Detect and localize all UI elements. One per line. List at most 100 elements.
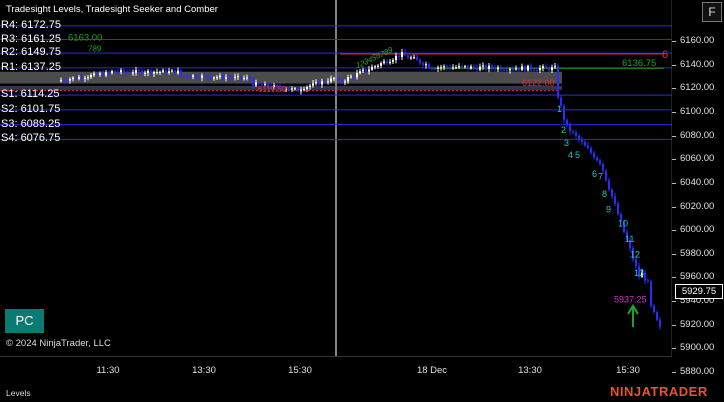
candle-body — [599, 160, 601, 164]
candle-body — [159, 71, 161, 73]
candle-body — [183, 75, 185, 77]
candle-body — [303, 89, 305, 91]
candle-body — [440, 67, 442, 69]
candle-body — [189, 76, 191, 78]
price-chart-plot[interactable]: 6136.75 6 6163.00 6122.00 6119.50 789 5937.25 1… — [0, 0, 672, 356]
candle-body — [521, 66, 523, 70]
candle-body — [171, 70, 173, 72]
seeker-count-label: 6 — [662, 49, 668, 61]
candle-body — [258, 82, 260, 85]
candle-body — [425, 64, 427, 66]
candle-body — [114, 71, 116, 73]
price-tick: 5960.00 — [672, 271, 724, 283]
candle-body — [389, 61, 391, 64]
candle-body — [168, 71, 170, 73]
candle-body — [500, 67, 502, 70]
candle-body — [201, 75, 203, 78]
comber-count: 13 — [634, 268, 644, 278]
time-tick: 13:30 — [518, 365, 542, 376]
candle-body — [647, 280, 649, 282]
candle-body — [108, 72, 110, 74]
candle-body — [524, 66, 526, 71]
left-count-label: 789 — [88, 45, 102, 54]
candle-body — [291, 88, 293, 90]
candle-body — [377, 65, 379, 67]
price-tick: 6100.00 — [672, 106, 724, 118]
price-axis[interactable]: 6160.00 6140.00 6120.00 6100.00 6080.00 6060.… — [672, 0, 724, 377]
time-tick: 13:30 — [192, 365, 216, 376]
candle-body — [434, 68, 436, 70]
buy-arrow-icon — [627, 303, 639, 328]
price-tick: 6000.00 — [672, 224, 724, 236]
candle-body — [515, 68, 517, 70]
candle-body — [174, 70, 176, 74]
candle-body — [536, 70, 538, 72]
pc-button[interactable]: PC — [5, 309, 44, 333]
candle-body — [476, 67, 478, 70]
candle-body — [255, 82, 257, 86]
candle-body — [572, 131, 574, 133]
candle-body — [330, 78, 332, 82]
candle-body — [96, 73, 98, 75]
price-tick: 6160.00 — [672, 35, 724, 47]
candle-body — [509, 69, 511, 71]
seeker-green-left-label: 6163.00 — [68, 32, 102, 43]
comber-count: 6 — [592, 169, 597, 179]
comber-count: 3 — [564, 138, 569, 148]
candle-body — [321, 81, 323, 85]
candle-body — [494, 68, 496, 70]
candle-body — [156, 71, 158, 73]
candle-body — [240, 76, 242, 79]
candle-body — [153, 71, 155, 74]
candle-body — [470, 66, 472, 69]
candle-body — [614, 196, 616, 204]
candle-body — [395, 55, 397, 61]
candle-body — [353, 76, 355, 78]
candle-body — [105, 72, 107, 76]
candle-body — [386, 61, 388, 64]
candle-body — [431, 67, 433, 69]
candle-body — [222, 75, 224, 79]
candle-body — [491, 65, 493, 69]
candle-body — [219, 75, 221, 78]
candle-body — [428, 64, 430, 68]
candle-body — [518, 68, 520, 70]
candle-body — [333, 78, 335, 80]
candle-body — [644, 272, 646, 281]
candle-body — [506, 69, 508, 71]
candle-body — [569, 125, 571, 132]
last-price-marker: 5929.75 — [675, 284, 723, 299]
candle-body — [467, 66, 469, 69]
price-tick: 6120.00 — [672, 82, 724, 94]
candle-body — [195, 75, 197, 78]
candle-body — [392, 60, 394, 62]
candle-body — [488, 65, 490, 69]
candle-body — [246, 77, 248, 79]
candle-body — [344, 81, 346, 83]
candle-body — [138, 70, 140, 72]
level-label: S2: 6101.75 — [1, 102, 61, 115]
candle-body — [617, 203, 619, 215]
candle-body — [605, 170, 607, 181]
candle-body — [413, 57, 415, 59]
candle-body — [120, 70, 122, 73]
candle-body — [653, 305, 655, 313]
copyright-notice: © 2024 NinjaTrader, LLC — [6, 338, 111, 349]
candle-body — [237, 76, 239, 78]
comber-magenta-label: 5937.25 — [614, 294, 647, 304]
candle-body — [650, 281, 652, 306]
price-tick: 6080.00 — [672, 130, 724, 142]
red-left-label: 6119.50 — [258, 85, 287, 94]
candle-body — [461, 66, 463, 68]
candle-body — [458, 66, 460, 68]
candle-body — [422, 63, 424, 66]
price-tick: 6060.00 — [672, 153, 724, 165]
time-axis[interactable]: 11:30 13:30 15:30 18 Dec 13:30 15:30 — [0, 356, 672, 383]
candle-body — [563, 105, 565, 120]
candle-body — [90, 75, 92, 78]
candle-body — [371, 67, 373, 70]
candle-body — [527, 65, 529, 71]
candle-body — [129, 71, 131, 73]
time-tick: 15:30 — [288, 365, 312, 376]
candle-body — [213, 77, 215, 79]
